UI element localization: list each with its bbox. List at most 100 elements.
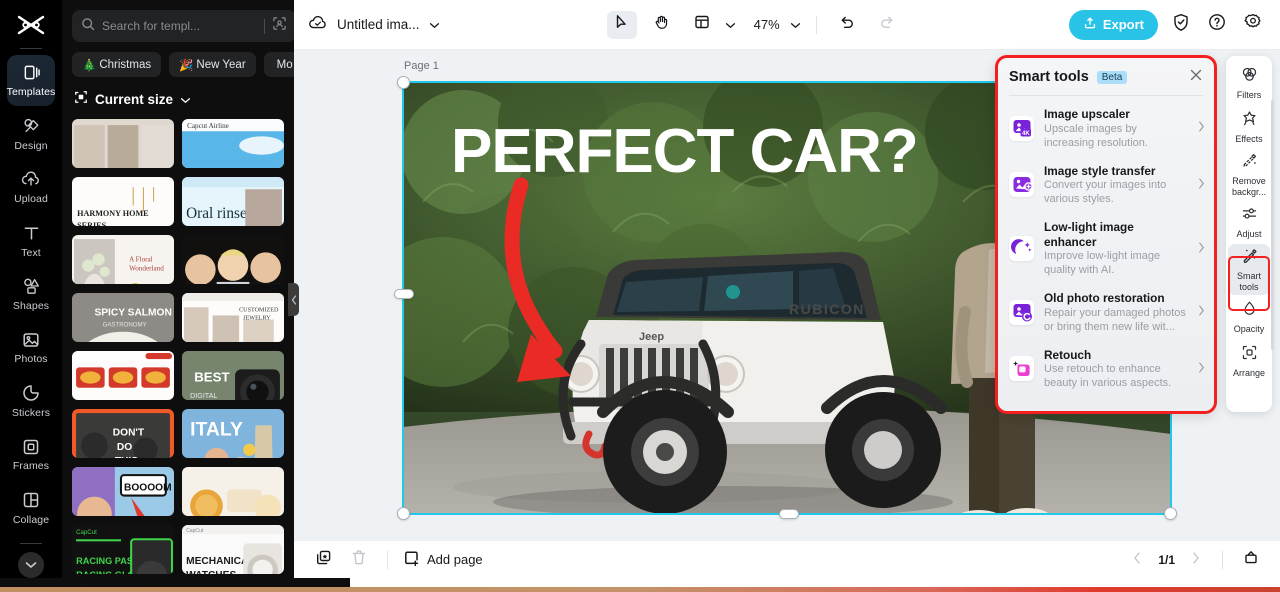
bottom-bar: Add page 1/1 [294, 540, 1280, 578]
settings-button[interactable] [1240, 12, 1266, 38]
rail-expand-more-button[interactable] [18, 552, 44, 578]
category-chip[interactable]: Mo [264, 52, 294, 77]
current-size-label: Current size [95, 92, 173, 107]
smart-tool-description: Repair your damaged photos or bring them… [1044, 306, 1188, 334]
right-panel-scrollbar[interactable] [1271, 100, 1274, 350]
template-thumbnail[interactable]: ITALY [182, 409, 284, 458]
template-thumbnail[interactable]: HARMONY HOMESERIES [72, 177, 174, 226]
template-thumbnail[interactable]: DON'TDOTHISinJAPAN [72, 409, 174, 458]
add-page-label: Add page [427, 552, 483, 567]
search-divider [264, 19, 265, 34]
hand-tool-button[interactable] [647, 11, 677, 39]
bottom-bar-divider [387, 551, 388, 569]
sidebar-item-text[interactable]: Text [7, 215, 55, 266]
sidebar-item-photos[interactable]: Photos [7, 322, 55, 373]
chevron-left-icon [291, 295, 297, 305]
smart-tool-item[interactable]: RetouchUse retouch to enhance beauty in … [997, 341, 1215, 398]
smart-tool-item[interactable]: Image style transferConvert your images … [997, 157, 1215, 214]
next-page-button[interactable] [1185, 552, 1207, 567]
right-panel-item-effects[interactable]: Effects [1228, 105, 1270, 149]
template-thumbnail[interactable]: CapCutMECHANICALWATCHES [182, 525, 284, 574]
duplicate-page-button[interactable] [310, 548, 336, 572]
text-icon [23, 223, 40, 244]
template-thumbnail[interactable] [72, 351, 174, 400]
delete-page-button[interactable] [346, 548, 372, 572]
add-page-button[interactable]: Add page [403, 550, 483, 570]
image-search-icon[interactable] [272, 16, 287, 36]
smart-tool-title: Image style transfer [1044, 164, 1188, 179]
export-button[interactable]: Export [1069, 10, 1158, 40]
search-input[interactable] [102, 19, 257, 33]
beta-badge: Beta [1097, 71, 1128, 84]
category-chip[interactable]: 🎉New Year [169, 52, 256, 77]
select-tool-button[interactable] [607, 11, 637, 39]
panel-search-row [62, 0, 294, 42]
close-button[interactable] [1189, 68, 1203, 86]
zoom-chevron-down-icon[interactable] [790, 16, 801, 34]
right-panel-item-label: Arrange [1233, 368, 1265, 379]
present-button[interactable] [1238, 548, 1264, 572]
left-icon-rail: Templates Design Upload [0, 0, 62, 578]
zoom-level-label[interactable]: 47% [754, 17, 780, 32]
right-panel-item-smart-tools[interactable]: Smart tools [1228, 244, 1270, 295]
smart-tool-text: Low-light image enhancerImprove low-ligh… [1044, 220, 1188, 277]
sidebar-item-shapes[interactable]: Shapes [7, 268, 55, 319]
templates-icon [22, 62, 41, 83]
right-panel-item-arrange[interactable]: Arrange [1228, 339, 1270, 383]
template-thumbnail[interactable]: LUCAS [182, 235, 284, 284]
sidebar-item-stickers[interactable]: Stickers [7, 375, 55, 426]
template-thumbnail[interactable]: A FloralWonderland [72, 235, 174, 284]
right-panel-item-opacity[interactable]: Opacity [1228, 295, 1270, 339]
duplicate-page-icon [315, 549, 332, 571]
category-chip[interactable]: 🎄Christmas [72, 52, 161, 77]
upscaler-4k-icon: 4K [1009, 116, 1034, 141]
sidebar-item-collage[interactable]: Collage [7, 482, 55, 533]
right-panel-item-remove-backgr[interactable]: Remove backgr... [1228, 149, 1270, 200]
prev-page-button[interactable] [1126, 552, 1148, 567]
sidebar-item-upload[interactable]: Upload [7, 161, 55, 212]
template-thumbnail[interactable]: SOUTHEAST ASIANCUISINE [182, 467, 284, 516]
search-input-wrapper[interactable] [72, 10, 294, 42]
smart-tool-item[interactable]: 4KImage upscalerUpscale images by increa… [997, 100, 1215, 157]
smart-tool-description: Use retouch to enhance beauty in various… [1044, 362, 1188, 390]
undo-button[interactable] [832, 11, 862, 39]
help-button[interactable] [1204, 12, 1230, 38]
smart-tools-title: Smart tools [1009, 69, 1089, 85]
template-thumbnail[interactable]: BESTDIGITALCAMERATOP 10 [182, 351, 284, 400]
capcut-logo[interactable] [14, 8, 48, 42]
shapes-icon [22, 276, 41, 297]
layout-chevron-down-icon[interactable] [725, 16, 736, 34]
close-icon [1189, 68, 1203, 82]
template-thumbnail[interactable]: Oral rinse [182, 177, 284, 226]
svg-text:RUBICON: RUBICON [789, 301, 865, 317]
layout-tool-button[interactable] [687, 11, 717, 39]
sidebar-item-templates[interactable]: Templates [7, 55, 55, 106]
redo-button[interactable] [872, 11, 902, 39]
template-grid: Capcut AirlineHARMONY HOMESERIESOral rin… [62, 119, 294, 574]
template-thumbnail[interactable]: Capcut Airline [182, 119, 284, 168]
template-thumbnail[interactable] [72, 119, 174, 168]
template-thumbnail[interactable]: CapCutRACING PASSIONRACING GLORY [72, 525, 174, 574]
template-thumbnail[interactable]: CUSTOMIZEDJEWELRY [182, 293, 284, 342]
smart-tool-title: Retouch [1044, 348, 1188, 363]
svg-text:JEWELRY: JEWELRY [243, 316, 271, 322]
smart-tool-item[interactable]: Old photo restorationRepair your damaged… [997, 284, 1215, 341]
search-icon [81, 17, 95, 36]
chevron-down-icon[interactable] [429, 17, 440, 32]
sidebar-item-design[interactable]: Design [7, 108, 55, 159]
smart-tool-item[interactable]: Low-light image enhancerImprove low-ligh… [997, 213, 1215, 284]
template-thumbnail[interactable]: SPICY SALMONGASTRONOMY [72, 293, 174, 342]
template-thumbnail[interactable]: BOOOOM [72, 467, 174, 516]
right-panel-item-filters[interactable]: Filters [1228, 61, 1270, 105]
panel-collapse-handle[interactable] [288, 283, 299, 316]
right-panel-item-adjust[interactable]: Adjust [1228, 200, 1270, 244]
trash-icon [351, 549, 367, 571]
shield-button[interactable] [1168, 12, 1194, 38]
right-tool-panel: FiltersEffectsRemove backgr...AdjustSmar… [1226, 56, 1272, 412]
chip-label: Mo [277, 59, 293, 71]
current-size-selector[interactable]: Current size [62, 77, 294, 119]
filters-icon [1241, 66, 1258, 88]
sidebar-item-frames[interactable]: Frames [7, 428, 55, 479]
svg-text:CapCut: CapCut [186, 528, 204, 534]
document-title-group[interactable]: Untitled ima... [308, 15, 440, 34]
